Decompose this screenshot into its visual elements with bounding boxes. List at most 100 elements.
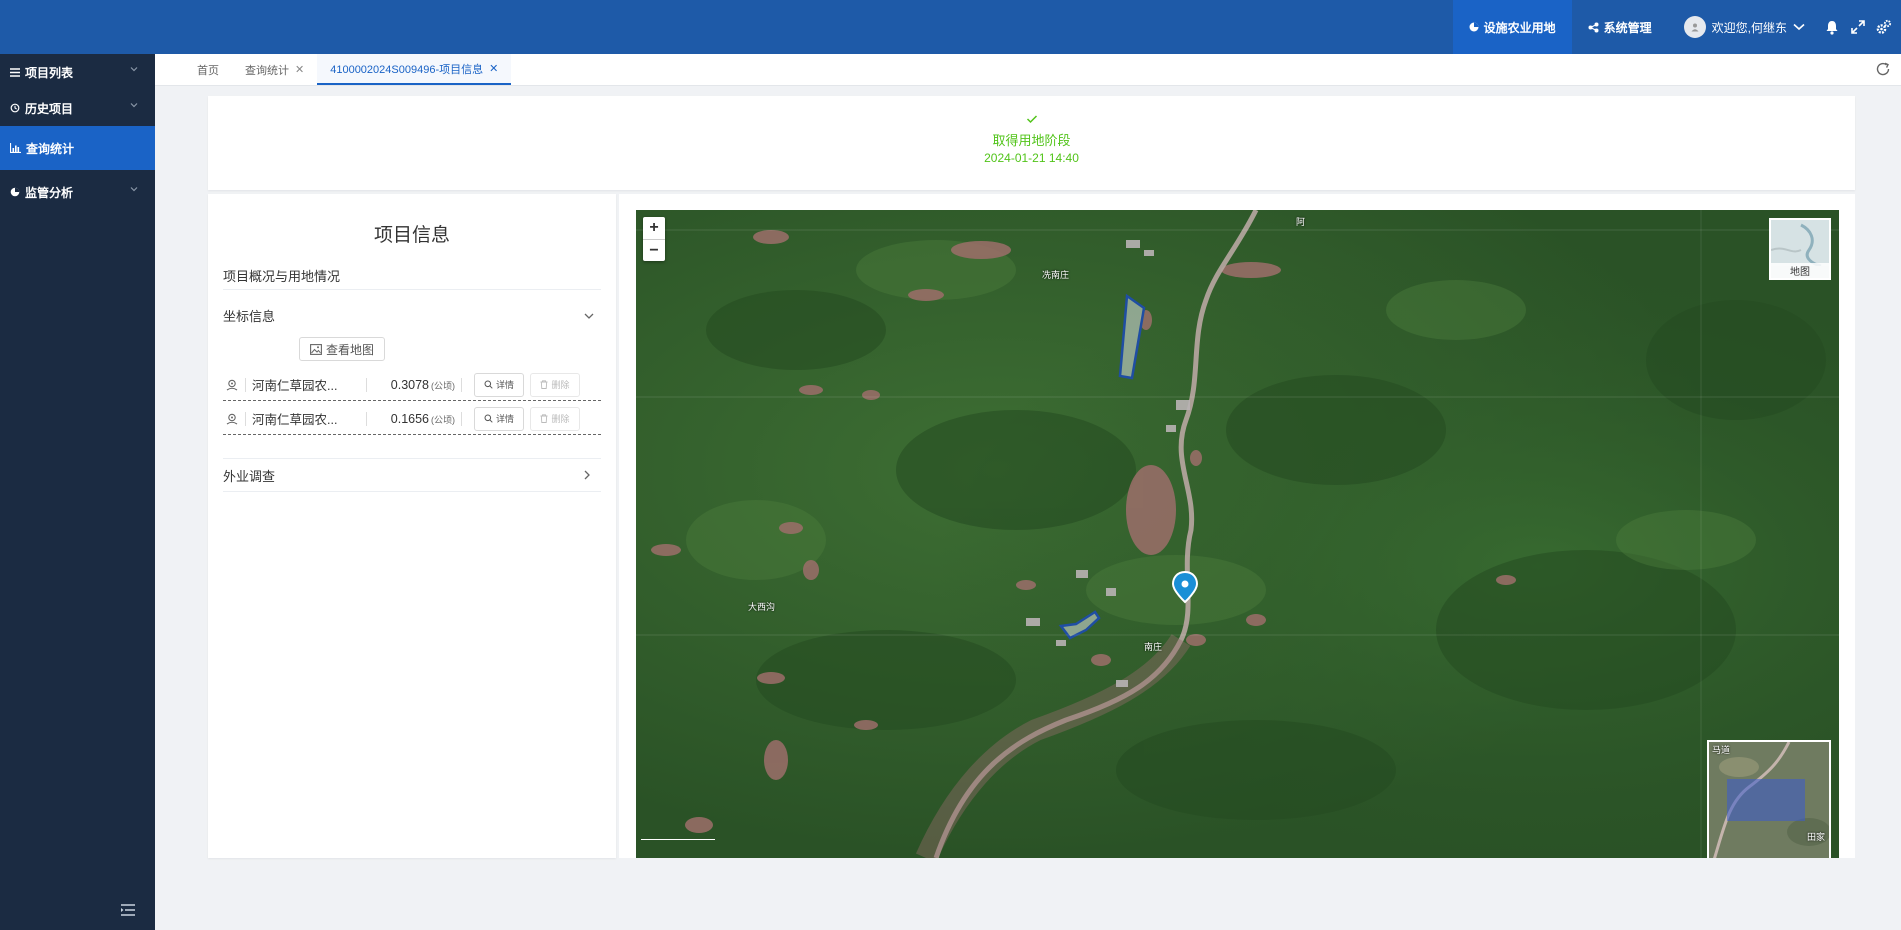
- history-icon: [10, 103, 20, 113]
- location-pin-icon: [226, 413, 238, 424]
- sidebar-item-label: 历史项目: [25, 101, 74, 116]
- collapse-menu-icon: [121, 904, 135, 916]
- satellite-map[interactable]: 冼南庄 大西沟 南庄 阿 + − 地图 马道 田家: [636, 210, 1839, 858]
- sidebar: 项目列表 历史项目 查询统计 监管分析: [0, 54, 155, 930]
- section-label: 项目概况与用地情况: [223, 269, 341, 284]
- button-label: 详情: [495, 380, 514, 390]
- close-icon[interactable]: ✕: [295, 63, 304, 76]
- image-icon: [310, 343, 322, 355]
- expand-icon: [1851, 20, 1865, 34]
- project-info-panel: 项目信息 项目概况与用地情况 坐标信息 查看地图 河南仁草园农... 0.307…: [208, 194, 616, 858]
- button-label: 删除: [551, 414, 570, 424]
- user-menu[interactable]: 欢迎您,何继东: [1668, 0, 1819, 54]
- button-label: 详情: [495, 414, 514, 424]
- area-unit: (公顷): [431, 380, 455, 391]
- view-map-button[interactable]: 查看地图: [299, 337, 385, 361]
- detail-button[interactable]: 详情: [474, 372, 524, 397]
- divider: [366, 411, 367, 426]
- chevron-down-icon: [130, 103, 138, 108]
- map-place-label: 南庄: [1144, 642, 1163, 652]
- zoom-in-button[interactable]: +: [643, 217, 665, 239]
- overview-map[interactable]: 马道 田家: [1707, 740, 1831, 858]
- header-right: 设施农业用地 系统管理 欢迎您,何继东: [1452, 0, 1901, 54]
- top-header: 设施农业用地 系统管理 欢迎您,何继东: [0, 0, 1901, 54]
- trash-icon: [540, 380, 548, 389]
- delete-button[interactable]: 删除: [530, 406, 580, 431]
- panel-title: 项目信息: [373, 225, 450, 246]
- nav-system-management[interactable]: 系统管理: [1572, 0, 1668, 54]
- layer-switcher[interactable]: 地图: [1769, 218, 1831, 280]
- coordinate-section-header[interactable]: 坐标信息: [223, 306, 601, 330]
- stage-time: 2024-01-21 14:40: [984, 151, 1079, 165]
- refresh-button[interactable]: [1875, 61, 1891, 82]
- area-value: 0.1656: [390, 411, 429, 426]
- chevron-right-icon: [584, 470, 590, 480]
- divider: [366, 377, 367, 392]
- section-label: 外业调查: [223, 468, 276, 484]
- tab-project-info[interactable]: 4100002024S009496-项目信息 ✕: [317, 54, 512, 85]
- notification-button[interactable]: [1819, 0, 1845, 54]
- gears-icon: [1876, 19, 1892, 34]
- sidebar-item-label: 查询统计: [26, 141, 75, 156]
- bar-chart-icon: [10, 143, 21, 153]
- divider: [245, 411, 246, 426]
- basemap-thumbnail: [1771, 220, 1829, 266]
- settings-button[interactable]: [1871, 0, 1897, 54]
- overview-label: 田家: [1806, 832, 1825, 842]
- search-icon: [484, 380, 493, 389]
- sidebar-item-query-stats[interactable]: 查询统计: [0, 126, 155, 170]
- nav-label: 设施农业用地: [1483, 20, 1556, 35]
- overview-label: 马道: [1712, 745, 1731, 755]
- stage-title: 取得用地阶段: [992, 133, 1071, 148]
- sidebar-item-supervision[interactable]: 监管分析: [0, 174, 155, 210]
- button-label: 查看地图: [325, 342, 374, 357]
- delete-button[interactable]: 删除: [530, 372, 580, 397]
- project-overview-section[interactable]: 项目概况与用地情况: [223, 266, 601, 290]
- nav-facility-agriculture[interactable]: 设施农业用地: [1452, 0, 1572, 54]
- sidebar-item-project-list[interactable]: 项目列表: [0, 54, 155, 90]
- coordinate-name: 河南仁草园农...: [252, 379, 338, 393]
- nav-label: 系统管理: [1603, 20, 1652, 35]
- tab-label: 查询统计: [245, 64, 289, 77]
- sidebar-item-label: 项目列表: [25, 65, 74, 80]
- layer-label: 地图: [1771, 263, 1829, 278]
- tab-query-stats[interactable]: 查询统计 ✕: [232, 54, 317, 85]
- chevron-down-icon: [584, 313, 594, 319]
- close-icon[interactable]: ✕: [489, 62, 498, 75]
- map-place-label: 阿: [1296, 217, 1306, 227]
- check-icon: [208, 114, 1855, 126]
- area-unit: (公顷): [431, 414, 455, 425]
- tab-bar: 首页 查询统计 ✕ 4100002024S009496-项目信息 ✕: [155, 54, 1901, 86]
- sidebar-collapse-button[interactable]: [120, 903, 136, 922]
- fullscreen-button[interactable]: [1845, 0, 1871, 54]
- menu-icon: [10, 67, 20, 77]
- user-greeting: 欢迎您,何继东: [1711, 20, 1787, 35]
- section-label: 坐标信息: [223, 309, 276, 324]
- button-label: 删除: [551, 380, 570, 390]
- tab-home[interactable]: 首页: [184, 54, 232, 85]
- coordinate-name: 河南仁草园农...: [252, 413, 338, 427]
- bell-icon: [1826, 20, 1838, 35]
- user-icon: [1691, 23, 1699, 32]
- coordinate-area: 0.1656 (公顷): [373, 412, 455, 426]
- detail-button[interactable]: 详情: [474, 406, 524, 431]
- field-survey-section[interactable]: 外业调查: [223, 458, 601, 492]
- avatar: [1683, 16, 1706, 38]
- coordinate-area: 0.3078 (公顷): [373, 378, 455, 392]
- chevron-down-icon: [130, 187, 138, 192]
- pie-chart-icon: [1469, 22, 1479, 32]
- area-value: 0.3078: [390, 377, 429, 392]
- search-icon: [484, 414, 493, 423]
- chevron-down-icon: [130, 67, 138, 72]
- tab-label: 首页: [197, 64, 219, 77]
- zoom-out-button[interactable]: −: [643, 239, 665, 261]
- location-pin-icon: [226, 379, 238, 390]
- tab-label: 4100002024S009496-项目信息: [330, 63, 484, 76]
- sidebar-item-label: 监管分析: [25, 185, 74, 200]
- stage-status: 取得用地阶段 2024-01-21 14:40: [208, 96, 1855, 190]
- divider: [461, 377, 462, 392]
- pie-chart-icon: [10, 187, 20, 197]
- sidebar-item-history[interactable]: 历史项目: [0, 90, 155, 126]
- share-icon: [1588, 22, 1599, 32]
- scale-bar: [641, 839, 715, 840]
